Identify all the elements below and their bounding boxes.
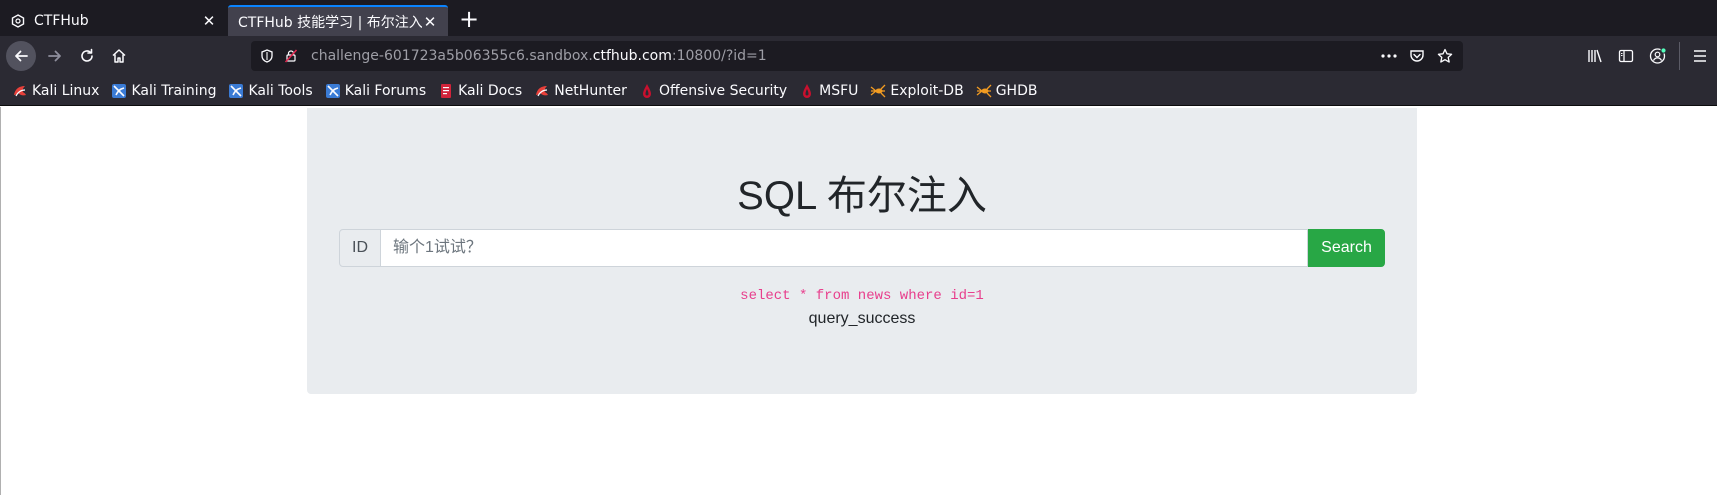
tracking-shield-icon[interactable]: [255, 41, 279, 71]
bookmark-exploit-db[interactable]: Exploit-DB: [870, 82, 964, 99]
nethunter-icon: [534, 83, 550, 99]
bookmark-label: NetHunter: [554, 82, 627, 99]
close-tab-icon[interactable]: ✕: [422, 13, 438, 31]
bookmark-msfu[interactable]: MSFU: [799, 83, 858, 99]
bookmark-ghdb[interactable]: GHDB: [976, 82, 1038, 99]
tab-title: CTFHub 技能学习 | 布尔注入: [238, 14, 422, 31]
page-viewport: SQL 布尔注入 ID Search select * from news wh…: [0, 107, 1717, 495]
close-tab-icon[interactable]: ✕: [201, 12, 217, 30]
bookmark-label: Kali Tools: [248, 82, 313, 99]
page-title: SQL 布尔注入: [737, 174, 987, 218]
id-input[interactable]: [381, 229, 1308, 267]
bookmark-kali-tools[interactable]: Kali Tools: [228, 82, 313, 99]
bookmark-kali-forums[interactable]: Kali Forums: [325, 83, 426, 99]
home-icon[interactable]: [104, 41, 134, 71]
sql-query-text: select * from news where id=1: [740, 288, 984, 304]
ghdb-icon: [976, 83, 992, 99]
toolbar-separator: [1679, 42, 1680, 70]
tab-title: CTFHub: [34, 12, 89, 29]
search-button[interactable]: Search: [1308, 229, 1385, 267]
library-icon[interactable]: [1580, 41, 1610, 71]
navigation-toolbar: challenge-601723a5b06355c6.sandbox.ctfhu…: [0, 36, 1717, 76]
kali-docs-icon: [438, 83, 454, 99]
sidebar-toggle-icon[interactable]: [1611, 41, 1641, 71]
url-suffix: :10800/?id=1: [671, 48, 767, 64]
pocket-icon[interactable]: [1403, 41, 1431, 71]
ctfhub-favicon-icon: [10, 13, 26, 29]
tab-ctfhub[interactable]: CTFHub ✕: [0, 5, 227, 36]
reload-icon[interactable]: [72, 41, 102, 71]
bookmark-kali-linux[interactable]: Kali Linux: [12, 83, 99, 99]
exploitdb-icon: [870, 83, 886, 99]
new-tab-plus-icon[interactable]: +: [455, 6, 483, 34]
kali-tools-icon: [228, 83, 244, 99]
back-arrow-icon[interactable]: [6, 41, 36, 71]
bookmark-label: Kali Forums: [344, 82, 427, 99]
msfu-icon: [799, 83, 815, 99]
query-result-text: query_success: [808, 310, 916, 327]
url-text[interactable]: challenge-601723a5b06355c6.sandbox.ctfhu…: [311, 48, 1375, 64]
bookmark-label: GHDB: [995, 82, 1038, 99]
forward-arrow-icon[interactable]: [40, 41, 70, 71]
bookmark-label: Kali Linux: [32, 82, 100, 99]
account-icon[interactable]: [1643, 41, 1673, 71]
bookmark-label: Exploit-DB: [890, 82, 964, 99]
bookmark-star-icon[interactable]: [1431, 41, 1459, 71]
bookmark-kali-training[interactable]: Kali Training: [111, 83, 216, 99]
kali-dragon-icon: [12, 83, 28, 99]
search-form: ID Search: [339, 229, 1385, 267]
hamburger-menu-icon[interactable]: [1685, 41, 1715, 71]
url-prefix: challenge-601723a5b06355c6.sandbox.: [311, 48, 593, 64]
kali-forums-icon: [325, 83, 341, 99]
bookmark-kali-docs[interactable]: Kali Docs: [438, 83, 522, 99]
bookmark-offensive-security[interactable]: Offensive Security: [639, 83, 787, 99]
bookmark-nethunter[interactable]: NetHunter: [534, 83, 627, 99]
tab-bar: CTFHub ✕ CTFHub 技能学习 | 布尔注入 ✕ +: [0, 0, 1717, 36]
bookmark-label: Kali Training: [131, 82, 217, 99]
bookmark-label: MSFU: [819, 82, 859, 99]
address-bar[interactable]: challenge-601723a5b06355c6.sandbox.ctfhu…: [251, 41, 1463, 71]
bookmark-label: Offensive Security: [658, 82, 788, 99]
bookmarks-toolbar: Kali Linux Kali Training Kali Tools Kali…: [0, 76, 1717, 106]
kali-training-icon: [111, 83, 127, 99]
page-actions-more-icon[interactable]: [1375, 41, 1403, 71]
id-input-label: ID: [339, 229, 381, 267]
challenge-panel: SQL 布尔注入 ID Search select * from news wh…: [307, 108, 1417, 394]
bookmark-label: Kali Docs: [458, 82, 523, 99]
offsec-icon: [639, 83, 655, 99]
insecure-lock-icon[interactable]: [279, 41, 303, 71]
url-domain: ctfhub.com: [592, 48, 672, 64]
tab-active-challenge[interactable]: CTFHub 技能学习 | 布尔注入 ✕: [228, 5, 448, 36]
